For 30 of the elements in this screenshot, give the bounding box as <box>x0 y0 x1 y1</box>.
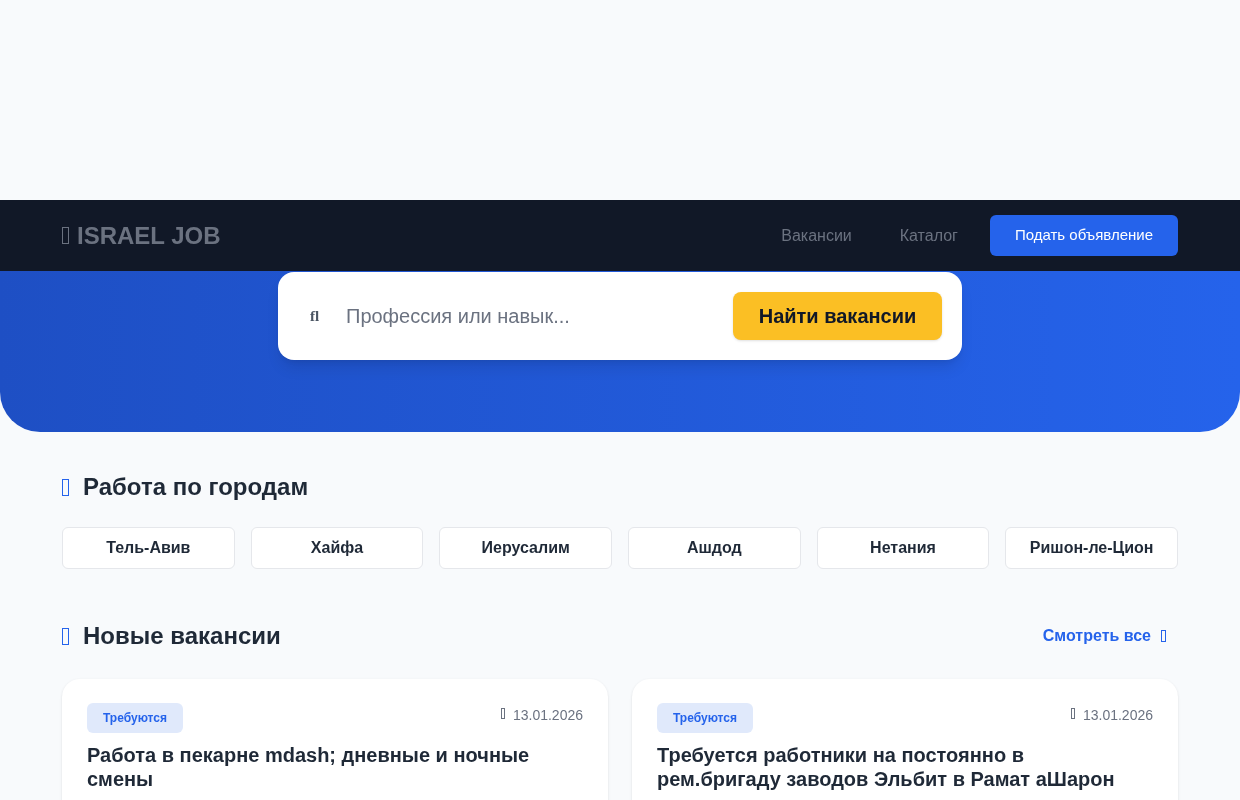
city-button[interactable]: Тель-Авив <box>62 527 235 569</box>
search-icon: fl <box>310 304 330 328</box>
search-button[interactable]: Найти вакансии <box>733 292 942 340</box>
glyph-box-icon <box>500 708 505 719</box>
section-title: Работа по городам <box>83 472 309 502</box>
job-card[interactable]: Требуются 13.01.2026 Работа в пекарне mdash; дневные и ночные смены <box>62 679 608 800</box>
status-tag: Требуются <box>657 703 753 733</box>
nav-link[interactable]: Вакансии <box>781 223 852 248</box>
see-all-link[interactable]: Смотреть все <box>1042 624 1166 648</box>
job-card[interactable]: Требуются 13.01.2026 Требуется работники на постоянно в рем.бригаду заводов Эльбит в Рамат аШарон <box>632 679 1178 800</box>
post-ad-button[interactable]: Подать объявление <box>989 215 1178 256</box>
logo[interactable]: ISRAEL JOB <box>77 217 221 254</box>
glyph-box-icon <box>1161 630 1166 642</box>
city-button[interactable]: Хайфа <box>250 527 424 569</box>
job-date: 13.01.2026 <box>512 706 583 725</box>
glyph-box-icon <box>62 227 69 244</box>
glyph-box-icon <box>62 478 69 496</box>
section-title: Новые вакансии <box>83 621 281 651</box>
city-button[interactable]: Нетания <box>816 527 990 569</box>
glyph-box-icon <box>1070 708 1075 719</box>
city-button[interactable]: Ришон-ле-Цион <box>1005 527 1178 569</box>
nav-link[interactable]: Каталог <box>899 223 958 248</box>
job-date: 13.01.2026 <box>1082 706 1153 725</box>
glyph-box-icon <box>62 627 69 645</box>
job-title[interactable]: Требуется работники на постоянно в рем.бригаду заводов Эльбит в Рамат аШарон <box>657 743 1153 791</box>
job-title[interactable]: Работа в пекарне mdash; дневные и ночные смены <box>87 743 583 791</box>
search-field[interactable]: Профессия или навык... <box>346 301 733 331</box>
city-button[interactable]: Ашдод <box>628 527 801 569</box>
status-tag: Требуются <box>87 703 183 733</box>
city-button[interactable]: Иерусалим <box>439 527 612 569</box>
